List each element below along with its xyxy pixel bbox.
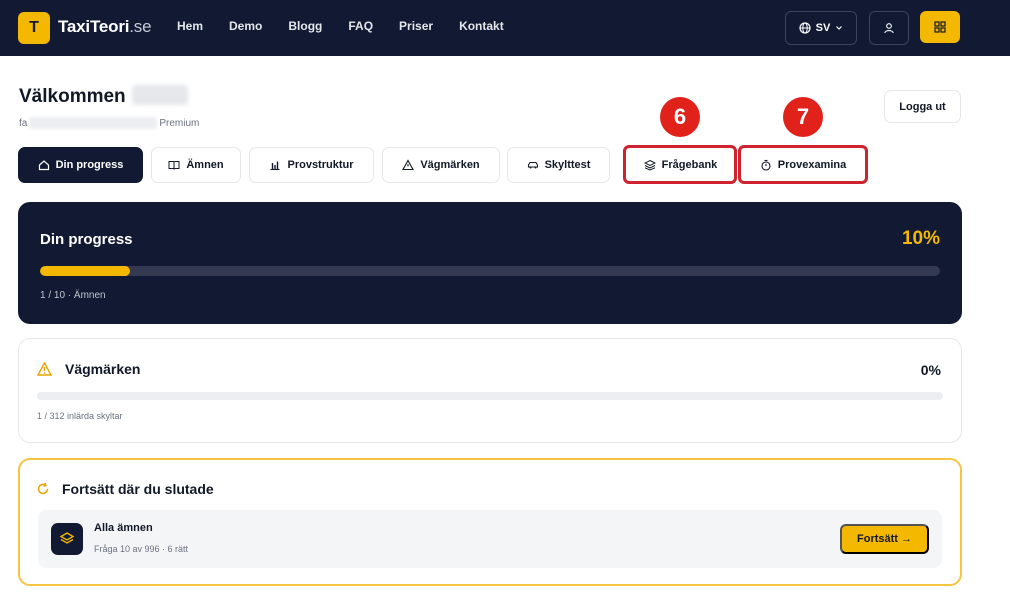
tab-vagmarken[interactable]: Vägmärken [382,147,500,183]
greeting-text: Välkommen [19,86,126,107]
continue-button[interactable]: Fortsätt → [840,524,929,554]
progress-title: Din progress [40,231,133,248]
tab-skylttest[interactable]: Skylttest [507,147,610,183]
user-account-button[interactable] [869,11,909,45]
progress-count: 1 / 10 · Ämnen [40,290,106,301]
grid-icon [934,21,946,33]
signs-percent: 0% [920,362,941,378]
highlight-frame-fragebank [623,145,737,184]
tab-label: Ämnen [186,159,224,171]
signs-count: 1 / 312 inlärda skyltar [37,411,123,421]
progress-bar [40,266,940,276]
progress-card: Din progress 10% 1 / 10 · Ämnen [18,202,962,324]
refresh-icon [37,482,49,495]
progress-bar-fill [40,266,130,276]
nav-link-hem[interactable]: Hem [177,19,203,33]
language-selector[interactable]: SV [785,11,857,45]
layers-icon [51,523,83,555]
dashboard-button[interactable] [920,11,960,43]
tab-label: Din progress [55,159,124,171]
signs-card: Vägmärken 0% 1 / 312 inlärda skyltar [18,338,962,443]
tab-label: Skylttest [544,159,591,171]
annotation-badge-7: 7 [783,97,823,137]
tab-amnen[interactable]: Ämnen [151,147,241,183]
chevron-down-icon [836,26,843,30]
brand-main: TaxiTeori [58,17,130,36]
signs-progress-bar [37,392,943,400]
continue-item-name: Alla ämnen [94,522,153,534]
nav-link-faq[interactable]: FAQ [348,19,373,33]
progress-percent: 10% [901,228,940,249]
signs-title: Vägmärken [65,361,141,377]
top-navbar: T TaxiTeori.se Hem Demo Blogg FAQ Priser… [0,0,1010,56]
welcome-heading: Välkommen [19,85,188,108]
warning-icon [402,159,415,171]
home-icon [38,160,49,171]
email-prefix: fa [19,117,28,129]
plan-label: Premium [159,117,200,129]
blurred-email [29,117,158,129]
brand-suffix: .se [129,17,152,36]
user-icon [884,23,894,34]
main-nav: Hem Demo Blogg FAQ Priser Kontakt [177,19,530,33]
nav-link-blogg[interactable]: Blogg [288,19,322,33]
globe-icon [799,22,811,34]
bar-chart-icon [270,161,280,171]
warning-icon [37,362,52,376]
highlight-frame-provexamina [738,145,868,184]
tab-label: Vägmärken [420,159,480,171]
book-icon [168,161,180,170]
nav-link-priser[interactable]: Priser [399,19,433,33]
annotation-badge-6: 6 [660,97,700,137]
continue-item-meta: Fråga 10 av 996 · 6 rätt [94,544,189,554]
nav-link-kontakt[interactable]: Kontakt [459,19,504,33]
tab-provstruktur[interactable]: Provstruktur [249,147,374,183]
car-icon [527,161,538,169]
nav-link-demo[interactable]: Demo [229,19,262,33]
logout-button[interactable]: Logga ut [884,90,961,123]
account-subline: fa Premium [19,117,199,129]
tab-label: Provstruktur [287,159,354,171]
tab-din-progress[interactable]: Din progress [18,147,143,183]
continue-item[interactable]: Alla ämnen Fråga 10 av 996 · 6 rätt Fort… [38,510,942,568]
logo-icon[interactable]: T [18,12,50,44]
blurred-username [131,85,188,105]
brand-name[interactable]: TaxiTeori.se [58,17,152,37]
continue-title: Fortsätt där du slutade [62,481,214,497]
language-label: SV [815,22,831,34]
continue-card: Fortsätt där du slutade Alla ämnen Fråga… [18,458,962,586]
